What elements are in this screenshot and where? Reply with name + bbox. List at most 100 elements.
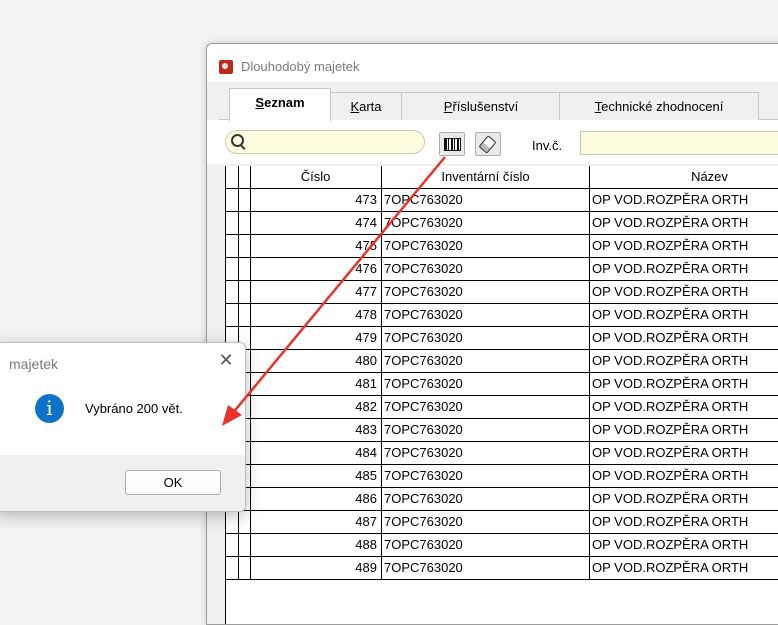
dialog-footer: OK [0, 455, 245, 511]
cell-cislo: 485 [250, 465, 382, 487]
eraser-icon [478, 135, 497, 154]
info-icon: i [35, 394, 64, 423]
cell-cislo: 480 [250, 350, 382, 372]
cell-nazev: OP VOD.ROZPĚRA ORTH [590, 396, 778, 418]
window-title: Dlouhodobý majetek [241, 59, 360, 74]
cell-inventarni-cislo: 7OPC763020 [382, 465, 590, 487]
main-window: Dlouhodobý majetek Seznam Karta Přísluše… [206, 43, 778, 625]
cell-nazev: OP VOD.ROZPĚRA ORTH [590, 557, 778, 579]
cell-nazev: OP VOD.ROZPĚRA ORTH [590, 327, 778, 349]
toolbar: Inv.č. [207, 120, 778, 164]
col-header-nazev[interactable]: Název [590, 166, 778, 188]
cell-cislo: 479 [250, 327, 382, 349]
cell-inventarni-cislo: 7OPC763020 [382, 511, 590, 533]
table-row[interactable]: 487 7OPC763020 OP VOD.ROZPĚRA ORTH [226, 511, 778, 534]
cell-inventarni-cislo: 7OPC763020 [382, 373, 590, 395]
table-row[interactable]: 476 7OPC763020 OP VOD.ROZPĚRA ORTH [226, 258, 778, 281]
cell-cislo: 486 [250, 488, 382, 510]
cell-nazev: OP VOD.ROZPĚRA ORTH [590, 189, 778, 211]
cell-nazev: OP VOD.ROZPĚRA ORTH [590, 373, 778, 395]
table-header: Číslo Inventární číslo Název [226, 166, 778, 189]
cell-nazev: OP VOD.ROZPĚRA ORTH [590, 534, 778, 556]
cell-inventarni-cislo: 7OPC763020 [382, 396, 590, 418]
cell-inventarni-cislo: 7OPC763020 [382, 419, 590, 441]
tab-prislusenstvi[interactable]: Příslušenství [401, 92, 561, 120]
app-icon [219, 60, 233, 74]
ok-button[interactable]: OK [125, 470, 221, 495]
tab-karta[interactable]: Karta [329, 92, 403, 120]
tab-label: Karta [350, 99, 382, 114]
cell-nazev: OP VOD.ROZPĚRA ORTH [590, 235, 778, 257]
table-row[interactable]: 483 7OPC763020 OP VOD.ROZPĚRA ORTH [226, 419, 778, 442]
close-icon[interactable]: ✕ [217, 351, 235, 369]
cell-cislo: 482 [250, 396, 382, 418]
col-header-cislo[interactable]: Číslo [250, 166, 382, 188]
cell-inventarni-cislo: 7OPC763020 [382, 281, 590, 303]
table-row[interactable]: 489 7OPC763020 OP VOD.ROZPĚRA ORTH [226, 557, 778, 580]
tab-label: Seznam [255, 95, 305, 110]
dialog-message: Vybráno 200 vět. [85, 401, 183, 416]
cell-nazev: OP VOD.ROZPĚRA ORTH [590, 488, 778, 510]
table-row[interactable]: 479 7OPC763020 OP VOD.ROZPĚRA ORTH [226, 327, 778, 350]
cell-inventarni-cislo: 7OPC763020 [382, 258, 590, 280]
table-row[interactable]: 488 7OPC763020 OP VOD.ROZPĚRA ORTH [226, 534, 778, 557]
dialog-title: majetek [9, 356, 59, 372]
table-row[interactable]: 482 7OPC763020 OP VOD.ROZPĚRA ORTH [226, 396, 778, 419]
table-row[interactable]: 481 7OPC763020 OP VOD.ROZPĚRA ORTH [226, 373, 778, 396]
cell-cislo: 473 [250, 189, 382, 211]
table-row[interactable]: 473 7OPC763020 OP VOD.ROZPĚRA ORTH [226, 189, 778, 212]
cell-nazev: OP VOD.ROZPĚRA ORTH [590, 258, 778, 280]
cell-inventarni-cislo: 7OPC763020 [382, 212, 590, 234]
cell-nazev: OP VOD.ROZPĚRA ORTH [590, 442, 778, 464]
cell-nazev: OP VOD.ROZPĚRA ORTH [590, 281, 778, 303]
table-row[interactable]: 484 7OPC763020 OP VOD.ROZPĚRA ORTH [226, 442, 778, 465]
cell-nazev: OP VOD.ROZPĚRA ORTH [590, 350, 778, 372]
cell-cislo: 478 [250, 304, 382, 326]
table-row[interactable]: 480 7OPC763020 OP VOD.ROZPĚRA ORTH [226, 350, 778, 373]
cell-cislo: 475 [250, 235, 382, 257]
cell-nazev: OP VOD.ROZPĚRA ORTH [590, 511, 778, 533]
table-row[interactable]: 486 7OPC763020 OP VOD.ROZPĚRA ORTH [226, 488, 778, 511]
cell-inventarni-cislo: 7OPC763020 [382, 557, 590, 579]
cell-nazev: OP VOD.ROZPĚRA ORTH [590, 212, 778, 234]
inv-label: Inv.č. [532, 138, 563, 153]
cell-cislo: 487 [250, 511, 382, 533]
table-row[interactable]: 474 7OPC763020 OP VOD.ROZPĚRA ORTH [226, 212, 778, 235]
cell-inventarni-cislo: 7OPC763020 [382, 442, 590, 464]
tab-label: Technické zhodnocení [594, 99, 724, 114]
tab-technicke-zhodnoceni[interactable]: Technické zhodnocení [559, 92, 759, 120]
cell-inventarni-cislo: 7OPC763020 [382, 350, 590, 372]
cell-inventarni-cislo: 7OPC763020 [382, 488, 590, 510]
search-input[interactable] [225, 130, 425, 154]
cell-cislo: 474 [250, 212, 382, 234]
cell-nazev: OP VOD.ROZPĚRA ORTH [590, 419, 778, 441]
barcode-icon [444, 138, 461, 151]
clear-button[interactable] [475, 132, 501, 156]
cell-cislo: 481 [250, 373, 382, 395]
title-bar: Dlouhodobý majetek [207, 44, 778, 82]
cell-nazev: OP VOD.ROZPĚRA ORTH [590, 465, 778, 487]
table-row[interactable]: 485 7OPC763020 OP VOD.ROZPĚRA ORTH [226, 465, 778, 488]
tab-bar: Seznam Karta Příslušenství Technické zho… [219, 88, 778, 121]
tab-seznam[interactable]: Seznam [229, 88, 331, 121]
table-row[interactable]: 478 7OPC763020 OP VOD.ROZPĚRA ORTH [226, 304, 778, 327]
cell-inventarni-cislo: 7OPC763020 [382, 534, 590, 556]
cell-inventarni-cislo: 7OPC763020 [382, 189, 590, 211]
cell-cislo: 477 [250, 281, 382, 303]
cell-inventarni-cislo: 7OPC763020 [382, 304, 590, 326]
barcode-button[interactable] [439, 132, 465, 156]
cell-cislo: 489 [250, 557, 382, 579]
cell-inventarni-cislo: 7OPC763020 [382, 235, 590, 257]
cell-cislo: 484 [250, 442, 382, 464]
cell-nazev: OP VOD.ROZPĚRA ORTH [590, 304, 778, 326]
col-header-inventarni-cislo[interactable]: Inventární číslo [382, 166, 590, 188]
cell-cislo: 476 [250, 258, 382, 280]
tab-label: Příslušenství [443, 99, 519, 114]
cell-cislo: 483 [250, 419, 382, 441]
search-icon [231, 134, 244, 147]
table-row[interactable]: 475 7OPC763020 OP VOD.ROZPĚRA ORTH [226, 235, 778, 258]
records-table: Číslo Inventární číslo Název 473 7OPC7630… [225, 166, 778, 624]
cell-inventarni-cislo: 7OPC763020 [382, 327, 590, 349]
table-row[interactable]: 477 7OPC763020 OP VOD.ROZPĚRA ORTH [226, 281, 778, 304]
inv-number-input[interactable] [580, 131, 778, 155]
